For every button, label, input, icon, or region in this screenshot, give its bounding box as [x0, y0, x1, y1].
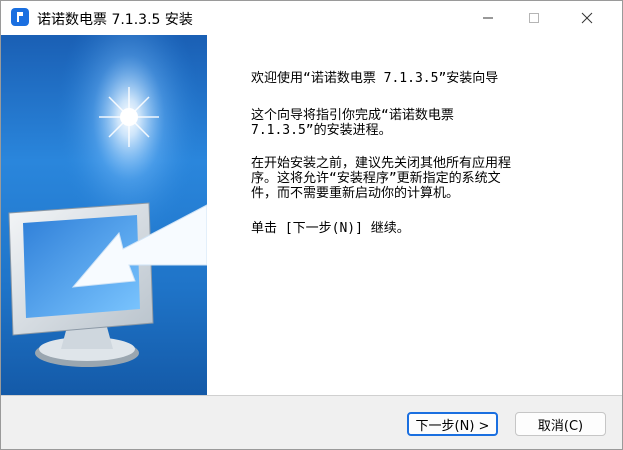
- next-button[interactable]: 下一步(N) >: [407, 412, 498, 436]
- installer-window: 诺诺数电票 7.1.3.5 安装 欢迎使用“诺诺数电票 7.1.3.5”安装向导…: [0, 0, 623, 450]
- welcome-intro-text: 这个向导将指引你完成“诺诺数电票 7.1.3.5”的安装进程。: [251, 108, 454, 138]
- window-title: 诺诺数电票 7.1.3.5 安装: [37, 12, 193, 28]
- welcome-advice-text: 在开始安装之前，建议先关闭其他所有应用程 序。这将允许“安装程序”更新指定的系统…: [251, 156, 512, 201]
- welcome-heading: 欢迎使用“诺诺数电票 7.1.3.5”安装向导: [251, 71, 499, 86]
- welcome-continue-text: 单击 [下一步(N)] 继续。: [251, 221, 410, 236]
- app-logo-icon: [11, 8, 29, 26]
- maximize-icon: [528, 9, 540, 28]
- wizard-banner-image: [1, 35, 207, 395]
- title-bar: 诺诺数电票 7.1.3.5 安装: [1, 1, 622, 35]
- close-button[interactable]: [564, 1, 610, 35]
- wizard-content: 欢迎使用“诺诺数电票 7.1.3.5”安装向导 这个向导将指引你完成“诺诺数电票…: [1, 35, 622, 395]
- minimize-icon: [482, 9, 494, 28]
- cancel-button[interactable]: 取消(C): [515, 412, 606, 436]
- minimize-button[interactable]: [465, 1, 511, 35]
- button-bar: 下一步(N) > 取消(C): [1, 396, 622, 449]
- close-icon: [581, 9, 593, 28]
- maximize-button[interactable]: [511, 1, 557, 35]
